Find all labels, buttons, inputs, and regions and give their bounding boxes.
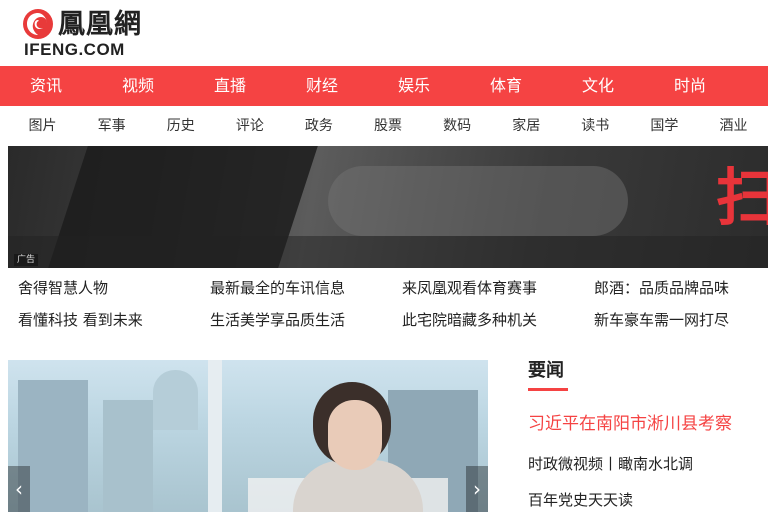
section-title: 要闻 [528, 360, 564, 381]
promo-link[interactable]: 来凤凰观看体育赛事 [402, 274, 594, 306]
nav-item-history[interactable]: 历史 [146, 106, 215, 146]
banner-graphic [328, 166, 628, 236]
nav-item-finance[interactable]: 财经 [276, 66, 368, 106]
secondary-nav: 图片 军事 历史 评论 政务 股票 数码 家居 读书 国学 酒业 [0, 106, 768, 146]
nav-item-culture[interactable]: 文化 [552, 66, 644, 106]
nav-item-stocks[interactable]: 股票 [353, 106, 422, 146]
ifeng-logo[interactable]: 鳳凰網 IFENG.COM [22, 8, 172, 60]
nav-item-sports[interactable]: 体育 [460, 66, 552, 106]
news-link[interactable]: 时政微视频丨瞰南水北调 [528, 452, 693, 476]
promo-link[interactable]: 最新最全的车讯信息 [210, 274, 402, 306]
slide-image-part [153, 370, 198, 430]
promo-link[interactable]: 郎酒：品质品牌品味 [594, 274, 768, 306]
nav-item-commentary[interactable]: 评论 [215, 106, 284, 146]
promo-link[interactable]: 生活美学享品质生活 [210, 306, 402, 338]
nav-item-military[interactable]: 军事 [77, 106, 146, 146]
nav-item-government[interactable]: 政务 [284, 106, 353, 146]
slider-next-icon[interactable]: › [466, 466, 488, 512]
nav-item-news[interactable]: 资讯 [0, 66, 92, 106]
slide-image-part [208, 360, 222, 512]
banner-graphic [8, 236, 768, 268]
nav-item-pictures[interactable]: 图片 [8, 106, 77, 146]
promo-link[interactable]: 此宅院暗藏多种机关 [402, 306, 594, 338]
promo-link[interactable]: 看懂科技 看到未来 [18, 306, 210, 338]
nav-item-video[interactable]: 视频 [92, 66, 184, 106]
nav-item-books[interactable]: 读书 [561, 106, 630, 146]
nav-item-digital[interactable]: 数码 [423, 106, 492, 146]
slider-prev-icon[interactable]: ‹ [8, 466, 30, 512]
promo-link[interactable]: 新车豪车需一网打尽 [594, 306, 768, 338]
ad-label: 广告 [14, 254, 39, 266]
nav-item-live[interactable]: 直播 [184, 66, 276, 106]
site-header: 鳳凰網 IFENG.COM [0, 0, 768, 66]
promo-link[interactable]: 舍得智慧人物 [18, 274, 210, 306]
slide-image-part [103, 400, 153, 512]
photo-slider[interactable] [8, 360, 488, 512]
news-link[interactable]: 百年党史天天读 [528, 488, 633, 512]
primary-nav: 资讯 视频 直播 财经 娱乐 体育 文化 时尚 [0, 66, 768, 106]
banner-text: 扫 [716, 161, 768, 234]
slide-image-part [328, 400, 382, 470]
logo-chinese-text: 鳳凰網 [58, 9, 142, 40]
logo-english-text: IFENG.COM [24, 40, 125, 59]
nav-item-fashion[interactable]: 时尚 [644, 66, 736, 106]
phoenix-logo-icon [23, 9, 53, 39]
section-underline [528, 388, 568, 391]
top-news: 要闻 习近平在南阳市淅川县考察 时政微视频丨瞰南水北调 百年党史天天读 [528, 356, 768, 512]
headline-link[interactable]: 习近平在南阳市淅川县考察 [528, 410, 732, 438]
ad-banner[interactable]: 扫 广告 [8, 146, 768, 268]
nav-item-home[interactable]: 家居 [492, 106, 561, 146]
nav-item-guoxue[interactable]: 国学 [630, 106, 699, 146]
nav-item-entertainment[interactable]: 娱乐 [368, 66, 460, 106]
promo-links: 舍得智慧人物 最新最全的车讯信息 来凤凰观看体育赛事 郎酒：品质品牌品味 看懂科… [18, 274, 768, 338]
nav-item-liquor[interactable]: 酒业 [699, 106, 768, 146]
